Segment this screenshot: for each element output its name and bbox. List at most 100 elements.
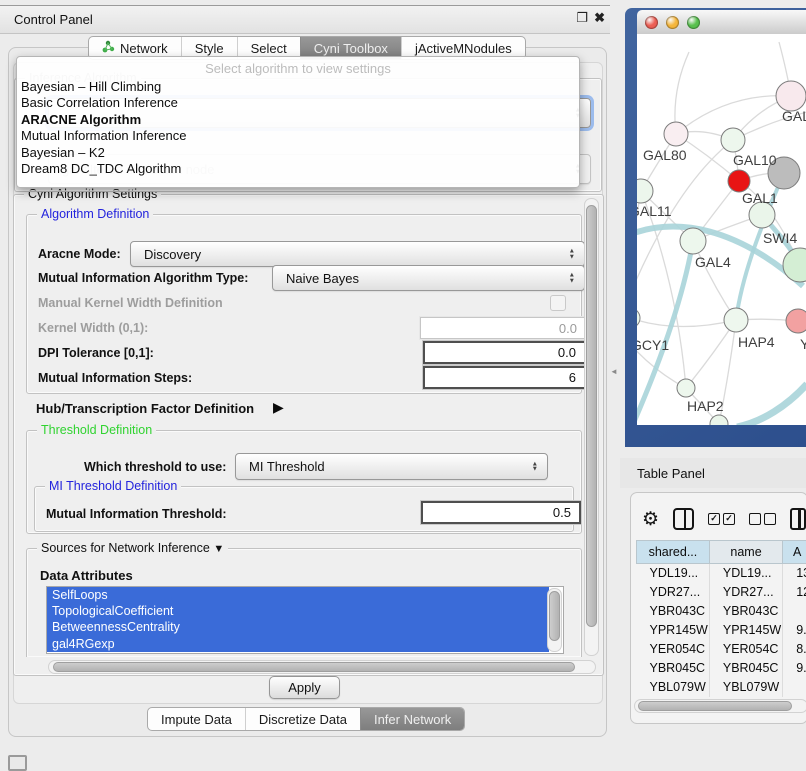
aracne-mode-combo[interactable]: Discovery ▲▼	[130, 241, 585, 267]
dpi-tolerance-field[interactable]: 0.0	[423, 341, 586, 364]
network-node-hap4[interactable]	[724, 308, 748, 332]
mi-type-combo[interactable]: Naive Bayes ▲▼	[272, 265, 585, 291]
mi-threshold-value: 0.5	[553, 505, 571, 520]
attribute-item-gal4rgexp[interactable]: gal4RGexp	[47, 636, 549, 652]
mi-threshold-field[interactable]: 0.5	[421, 501, 581, 524]
control-panel-titlebar: Control Panel ❐ ✖	[0, 5, 610, 34]
table-cell: YPR145W	[637, 621, 710, 640]
table-row[interactable]: YLR345WYLR345W9.	[637, 696, 806, 697]
table-cell: YLR345W	[709, 696, 782, 697]
node-label-gal80: GAL80	[643, 147, 687, 163]
algorithm-option-mutual-information-inference[interactable]: Mutual Information Inference	[17, 128, 579, 144]
network-node-gcy1[interactable]	[637, 308, 640, 328]
table-cell: YBR045C	[637, 658, 710, 677]
table-horizontal-scrollbar[interactable]	[634, 699, 806, 713]
attribute-item-betweennesscentrality[interactable]: BetweennessCentrality	[47, 619, 549, 635]
node-table[interactable]: shared...nameAYDL19...YDL19...13YDR27...…	[636, 540, 806, 697]
which-threshold-value: MI Threshold	[249, 459, 325, 474]
column-header-name[interactable]: name	[709, 541, 782, 564]
table-row[interactable]: YBR045CYBR045C9.	[637, 658, 806, 677]
deselect-all-columns-icon[interactable]	[749, 513, 776, 525]
table-cell: 8.	[783, 640, 806, 659]
tab-label: Style	[195, 41, 224, 56]
window-close-icon[interactable]	[645, 16, 658, 29]
node-label-gcy1: GCY1	[637, 337, 669, 353]
column-header-shared[interactable]: shared...	[637, 541, 710, 564]
column-header-a[interactable]: A	[783, 541, 806, 564]
table-cell: YER054C	[709, 640, 782, 659]
export-table-icon[interactable]	[790, 508, 806, 530]
network-node-y[interactable]	[786, 309, 806, 333]
tab-label: Impute Data	[161, 712, 232, 727]
window-minimize-icon[interactable]	[666, 16, 679, 29]
network-edge[interactable]	[686, 320, 736, 388]
hub-expander-label[interactable]: Hub/Transcription Factor Definition	[36, 401, 254, 416]
network-node-gal[interactable]	[776, 81, 806, 111]
aracne-mode-label: Aracne Mode:	[38, 247, 121, 261]
sources-collapse-arrow-icon[interactable]: ▼	[213, 543, 224, 555]
table-row[interactable]: YBL079WYBL079W	[637, 677, 806, 696]
splitter-collapse-icon[interactable]: ◄	[610, 367, 618, 376]
control-panel-title: Control Panel	[14, 12, 93, 27]
table-row[interactable]: YER054CYER054C8.	[637, 640, 806, 659]
network-node-gal80[interactable]	[664, 122, 688, 146]
minimized-panel-icon[interactable]	[8, 755, 27, 771]
attribute-item-selfloops[interactable]: SelfLoops	[47, 587, 549, 603]
network-icon	[102, 40, 115, 56]
network-node[interactable]	[783, 248, 806, 282]
network-edge[interactable]	[737, 384, 806, 425]
network-edge[interactable]	[637, 241, 693, 425]
node-label-gal4: GAL4	[695, 254, 731, 270]
network-node-gal1[interactable]	[728, 170, 750, 192]
sources-group-title: Sources for Network Inference ▼	[37, 541, 228, 555]
mi-threshold-label: Mutual Information Threshold:	[46, 507, 227, 521]
manual-kernel-checkbox[interactable]	[550, 295, 566, 311]
gear-icon[interactable]: ⚙	[642, 508, 659, 531]
network-edge[interactable]	[637, 318, 736, 327]
network-edge[interactable]	[641, 191, 686, 388]
table-panel-titlebar: Table Panel	[620, 458, 806, 488]
algorithm-option-dream8-dc-tdc-algorithm[interactable]: Dream8 DC_TDC Algorithm	[17, 161, 579, 177]
algorithm-option-aracne-algorithm[interactable]: ARACNE Algorithm	[17, 112, 579, 128]
node-label-gal1: GAL1	[742, 190, 778, 206]
table-row[interactable]: YPR145WYPR145W9.	[637, 621, 806, 640]
network-node-gal10[interactable]	[721, 128, 745, 152]
table-cell: 9.	[783, 621, 806, 640]
which-threshold-label: Which threshold to use:	[84, 460, 226, 474]
tab-infer-network[interactable]: Infer Network	[360, 708, 464, 730]
float-panel-icon[interactable]: ❐	[576, 10, 588, 26]
tab-impute-data[interactable]: Impute Data	[148, 708, 245, 730]
table-cell: YDR27...	[709, 583, 782, 602]
hub-expander-arrow-icon[interactable]: ▶	[273, 399, 284, 416]
tab-label: Select	[251, 41, 287, 56]
aracne-mode-value: Discovery	[144, 247, 201, 262]
threshold-definition-title: Threshold Definition	[37, 423, 156, 437]
table-cell: YPR145W	[709, 621, 782, 640]
data-attributes-list[interactable]: SelfLoopsTopologicalCoefficientBetweenne…	[46, 586, 564, 654]
close-panel-icon[interactable]: ✖	[594, 10, 605, 26]
algorithm-option-bayesian-k2[interactable]: Bayesian – K2	[17, 145, 579, 161]
network-node-gal4[interactable]	[680, 228, 706, 254]
column-layout-icon[interactable]	[673, 508, 694, 530]
which-threshold-combo[interactable]: MI Threshold ▲▼	[235, 453, 548, 480]
algorithm-option-basic-correlation-inference[interactable]: Basic Correlation Inference	[17, 95, 579, 111]
table-row[interactable]: YDL19...YDL19...13	[637, 564, 806, 583]
settings-vertical-scrollbar[interactable]	[584, 198, 599, 656]
algorithm-option-bayesian-hill-climbing[interactable]: Bayesian – Hill Climbing	[17, 79, 579, 95]
network-node-hap2[interactable]	[677, 379, 695, 397]
kernel-width-field[interactable]: 0.0	[420, 317, 586, 339]
tab-discretize-data[interactable]: Discretize Data	[245, 708, 360, 730]
settings-horizontal-scrollbar[interactable]	[48, 660, 596, 674]
window-zoom-icon[interactable]	[687, 16, 700, 29]
mi-steps-field[interactable]: 6	[423, 366, 586, 389]
network-view-canvas[interactable]: GALGAL80GAL10GAL1GAL11SWI4GAL4GCY1HAP4YH…	[637, 34, 806, 425]
attribute-item-topologicalcoefficient[interactable]: TopologicalCoefficient	[47, 603, 549, 619]
table-cell: 13	[783, 564, 806, 583]
network-window-titlebar[interactable]	[637, 10, 806, 35]
apply-button[interactable]: Apply	[269, 676, 340, 699]
apply-button-label: Apply	[288, 680, 321, 695]
table-row[interactable]: YBR043CYBR043C	[637, 602, 806, 621]
attributes-list-scrollbar[interactable]	[547, 588, 562, 652]
select-all-columns-icon[interactable]: ✓✓	[708, 513, 735, 525]
table-row[interactable]: YDR27...YDR27...12	[637, 583, 806, 602]
